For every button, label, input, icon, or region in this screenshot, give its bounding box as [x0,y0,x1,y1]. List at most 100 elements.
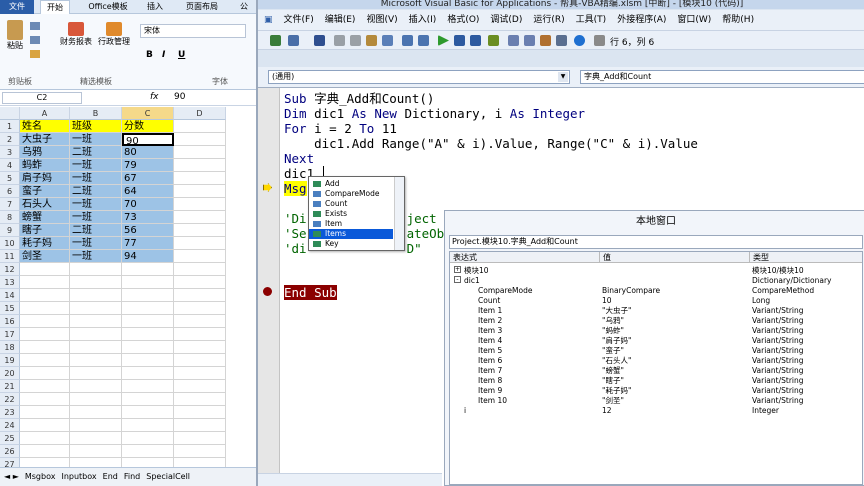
select-all-corner[interactable] [0,107,20,120]
cell[interactable] [70,263,122,276]
intellisense-item[interactable]: Count [309,199,393,209]
cell[interactable] [174,276,226,289]
cell[interactable] [20,302,70,315]
cell[interactable]: 肩子妈 [20,172,70,185]
row-header[interactable]: 14 [0,289,20,302]
intellisense-item[interactable]: Key [309,239,393,249]
row-header[interactable]: 24 [0,419,20,432]
worksheet-grid[interactable]: A B C D 1 姓名 班级 分数 2 大虫子 一班 90 3 乌鸦 二班 80 4 蚂蚱 一班 79 5 肩子妈 一班 6… [0,107,256,471]
cell[interactable]: 螃蟹 [20,211,70,224]
cell[interactable] [20,289,70,302]
cell[interactable] [122,406,174,419]
bold-button[interactable]: B [146,50,153,60]
cell[interactable] [174,380,226,393]
save-icon[interactable] [314,35,325,46]
locals-header-expr[interactable]: 表达式 [450,252,600,263]
row-header[interactable]: 2 [0,133,20,146]
row-header[interactable]: 23 [0,406,20,419]
cell[interactable] [122,380,174,393]
cell[interactable]: 一班 [70,237,122,250]
cell[interactable]: 蛮子 [20,185,70,198]
properties-icon[interactable] [524,35,535,46]
cell[interactable]: 64 [122,185,174,198]
tab-file[interactable]: 文件 [0,0,34,14]
copy-icon[interactable] [350,35,361,46]
pause-icon[interactable] [454,35,465,46]
cell[interactable] [174,159,226,172]
sheet-tab[interactable]: Find [124,472,140,481]
cell[interactable] [174,419,226,432]
cell[interactable]: 一班 [70,250,122,263]
row-header[interactable]: 8 [0,211,20,224]
cell[interactable] [122,419,174,432]
menu-item[interactable]: 调试(D) [490,15,522,25]
underline-button[interactable]: U [178,50,185,60]
design-mode-icon[interactable] [488,35,499,46]
admin-button[interactable]: 行政管理 [96,22,132,47]
cell[interactable]: 一班 [70,211,122,224]
tab-formulas[interactable]: 公 [234,0,254,14]
cell[interactable] [20,406,70,419]
locals-row[interactable]: i 12 Integer [450,406,862,416]
locals-header-type[interactable]: 类型 [750,252,862,263]
cell[interactable] [122,367,174,380]
cell[interactable] [122,445,174,458]
sheet-tab[interactable]: Inputbox [61,472,96,481]
sheet-tab[interactable]: SpecialCell [146,472,190,481]
cell[interactable]: 77 [122,237,174,250]
locals-row[interactable]: Item 3 "蚂蚱" Variant/String [450,326,862,336]
locals-row[interactable]: Item 1 "大虫子" Variant/String [450,306,862,316]
vbe-app-icon[interactable]: ▣ [264,15,273,25]
cell[interactable] [174,289,226,302]
cell[interactable] [174,211,226,224]
cell[interactable] [20,445,70,458]
cell[interactable]: 蚂蚱 [20,159,70,172]
object-browser-icon[interactable] [540,35,551,46]
locals-header-value[interactable]: 值 [600,252,750,263]
active-cell[interactable]: 90 [122,133,174,146]
locals-row[interactable]: - dic1 Dictionary/Dictionary [450,276,862,286]
cell[interactable] [20,354,70,367]
object-combo[interactable]: (通用) ▼ [268,70,570,84]
cell[interactable] [174,406,226,419]
menu-item[interactable]: 外接程序(A) [617,15,666,25]
intellisense-scrollbar[interactable] [394,177,404,250]
cell[interactable]: 班级 [70,120,122,133]
format-painter-icon[interactable] [30,50,40,58]
cell[interactable] [122,302,174,315]
find-icon[interactable] [382,35,393,46]
cell[interactable] [70,341,122,354]
intellisense-item[interactable]: Item [309,219,393,229]
row-header[interactable]: 4 [0,159,20,172]
cell[interactable] [70,393,122,406]
row-header[interactable]: 1 [0,120,20,133]
cell[interactable]: 80 [122,146,174,159]
row-header[interactable]: 10 [0,237,20,250]
cell[interactable] [174,393,226,406]
locals-row[interactable]: Item 9 "耗子妈" Variant/String [450,386,862,396]
row-header[interactable]: 20 [0,367,20,380]
code-gutter[interactable] [258,88,280,486]
locals-row[interactable]: + 模块10 模块10/模块10 [450,266,862,276]
row-header[interactable]: 6 [0,185,20,198]
insert-module-icon[interactable] [288,35,299,46]
font-name-select[interactable]: 宋体 [140,24,246,38]
locals-row[interactable]: Item 5 "蛮子" Variant/String [450,346,862,356]
cell[interactable] [20,341,70,354]
cell[interactable] [122,289,174,302]
cell[interactable] [70,380,122,393]
cell[interactable] [70,445,122,458]
tab-insert[interactable]: 插入 [142,0,168,14]
locals-row[interactable]: Item 6 "石头人" Variant/String [450,356,862,366]
locals-row[interactable]: Item 4 "肩子妈" Variant/String [450,336,862,346]
cut-icon[interactable] [30,22,40,30]
help-icon[interactable] [574,35,585,46]
cell[interactable]: 分数 [122,120,174,133]
cell[interactable]: 石头人 [20,198,70,211]
menu-item[interactable]: 工具(T) [576,15,607,25]
locals-table[interactable]: 表达式 值 类型 + 模块10 模块10/模块10 - dic1 Dictionary/D… [449,251,863,485]
locals-row[interactable]: Item 7 "螃蟹" Variant/String [450,366,862,376]
cut-icon[interactable] [334,35,345,46]
menu-item[interactable]: 插入(I) [409,15,437,25]
row-header[interactable]: 25 [0,432,20,445]
